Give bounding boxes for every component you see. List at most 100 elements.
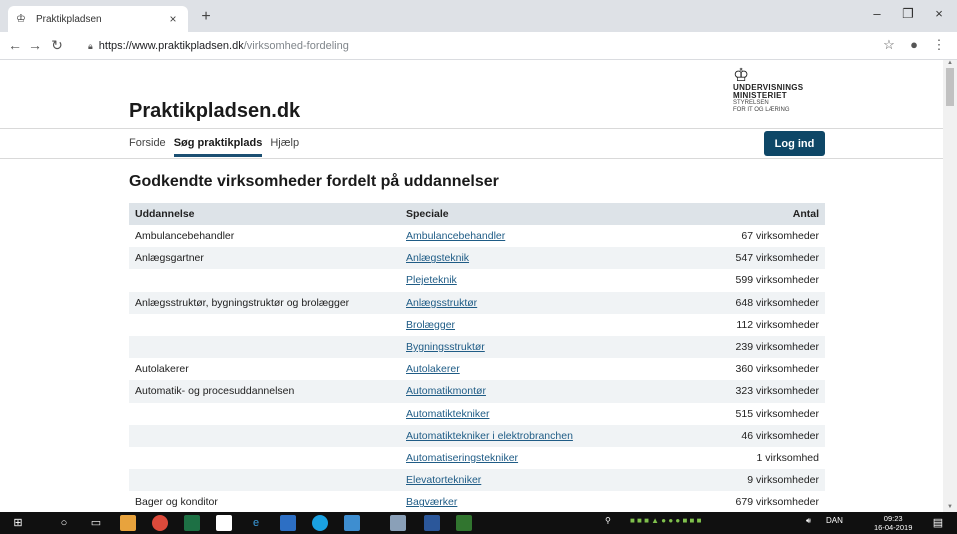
- companies-table: Uddannelse Speciale Antal Ambulancebehan…: [129, 203, 825, 512]
- table-row: Bygningsstruktør 239 virksomheder: [129, 335, 825, 359]
- count-cell: 648 virksomheder: [660, 291, 825, 314]
- skype-icon[interactable]: [312, 515, 328, 531]
- scroll-up-icon[interactable]: ▲: [947, 60, 953, 66]
- page-title: Godkendte virksomheder fordelt på uddann…: [129, 173, 499, 190]
- excel-icon[interactable]: [184, 515, 200, 531]
- ministry-line4: FOR IT OG LÆRING: [733, 107, 790, 113]
- browser-tab[interactable]: ♔ Praktikpladsen ×: [8, 6, 188, 32]
- count-cell: 67 virksomheder: [741, 230, 819, 243]
- star-bookmark-icon[interactable]: ☆: [880, 37, 898, 53]
- browser-tab-strip: ♔ Praktikpladsen × + – ❐ ×: [0, 0, 957, 32]
- volume-icon[interactable]: 🔊︎: [806, 516, 811, 526]
- tray-icons[interactable]: ■ ■ ■ ▲ ● ● ● ■ ■ ■: [630, 516, 701, 525]
- count-cell: 46 virksomheder: [660, 424, 825, 447]
- specialty-link[interactable]: Plejeteknik: [406, 274, 457, 286]
- specialty-link[interactable]: Ambulancebehandler: [406, 230, 505, 242]
- word-icon[interactable]: [424, 515, 440, 531]
- specialty-link[interactable]: Automatiktekniker: [406, 408, 489, 420]
- tab-close-icon[interactable]: ×: [166, 12, 180, 26]
- minimize-button[interactable]: –: [862, 6, 892, 21]
- table-row: Anlægsgartner Anlægsteknik 547 virksomhede…: [129, 247, 825, 270]
- app-x-icon[interactable]: [280, 515, 296, 531]
- language-indicator[interactable]: DAN: [826, 516, 843, 525]
- table-row: Bager og konditor Bagværker 679 virksomhed…: [129, 491, 825, 512]
- education-cell: Autolakerer: [135, 363, 189, 376]
- specialty-link[interactable]: Brolægger: [406, 319, 455, 331]
- chrome-icon[interactable]: [152, 515, 168, 531]
- specialty-link[interactable]: Bagværker: [406, 496, 457, 508]
- count-cell: 515 virksomheder: [735, 407, 819, 420]
- menu-kebab-icon[interactable]: ⋮: [930, 37, 948, 53]
- browser-toolbar: ← → ↻ 🔒︎ https://www.praktikpladsen.dk/v…: [0, 32, 957, 60]
- ministry-line2: MINISTERIET: [733, 91, 787, 100]
- edge-icon[interactable]: e: [248, 515, 264, 531]
- education-cell: [129, 447, 400, 469]
- notifications-icon[interactable]: ▤: [930, 515, 946, 531]
- site-title[interactable]: Praktikpladsen.dk: [129, 100, 300, 123]
- specialty-link[interactable]: Bygningsstruktør: [406, 341, 485, 353]
- table-row: Elevatortekniker 9 virksomheder: [129, 469, 825, 492]
- nav-forside[interactable]: Forside: [129, 137, 166, 157]
- column-header: Antal: [660, 203, 825, 225]
- app-generic-icon[interactable]: [390, 515, 406, 531]
- clock-time: 09:23: [883, 514, 903, 523]
- specialty-link[interactable]: Automatiseringstekniker: [406, 452, 518, 464]
- profile-icon[interactable]: ●: [905, 37, 923, 52]
- login-button[interactable]: Log ind: [764, 131, 825, 156]
- specialty-link[interactable]: Automatiktekniker i elektrobranchen: [406, 430, 573, 442]
- task-view-icon[interactable]: ▭: [88, 515, 104, 531]
- table-row: Autolakerer Autolakerer 360 virksomheder: [129, 358, 825, 380]
- table-row: Plejeteknik 599 virksomheder: [129, 269, 825, 291]
- ministry-logo: ♔ UNDERVISNINGS MINISTERIET STYRELSEN FO…: [733, 66, 843, 114]
- education-cell: [129, 424, 400, 447]
- reload-icon[interactable]: ↻: [48, 37, 66, 54]
- windows-start-icon[interactable]: ⊞: [10, 515, 26, 531]
- close-window-button[interactable]: ×: [924, 6, 954, 21]
- specialty-link[interactable]: Automatikmontør: [406, 385, 486, 397]
- nav-sog-praktikplads[interactable]: Søg praktikplads: [173, 137, 263, 157]
- search-icon[interactable]: ○: [56, 515, 72, 531]
- main-nav: Forside Søg praktikplads Hjælp: [129, 137, 299, 157]
- clock[interactable]: 09:23 16-04-2019: [874, 514, 912, 532]
- project-icon[interactable]: [456, 515, 472, 531]
- people-icon[interactable]: ⚲: [605, 516, 611, 525]
- column-header: Uddannelse: [129, 203, 400, 225]
- nav-hjaelp[interactable]: Hjælp: [270, 137, 299, 157]
- scrollbar-thumb[interactable]: [946, 68, 954, 106]
- new-tab-button[interactable]: +: [196, 8, 216, 26]
- scroll-down-icon[interactable]: ▼: [947, 504, 953, 510]
- education-cell: Bager og konditor: [135, 496, 218, 509]
- education-cell: Anlægsstruktør, bygningstruktør og brolæ…: [129, 291, 400, 314]
- education-cell: [129, 335, 400, 359]
- count-cell: 547 virksomheder: [660, 247, 825, 270]
- specialty-cell: Bagværker: [400, 491, 660, 512]
- specialty-link[interactable]: Autolakerer: [406, 363, 460, 375]
- count-cell: 679 virksomheder: [735, 496, 819, 509]
- specialty-cell: Plejeteknik: [400, 269, 660, 291]
- photos-icon[interactable]: [344, 515, 360, 531]
- specialty-link[interactable]: Elevatortekniker: [406, 474, 481, 486]
- tab-title: Praktikpladsen: [36, 13, 102, 25]
- count-cell: 360 virksomheder: [735, 363, 819, 376]
- specialty-cell: Bygningsstruktør: [400, 335, 660, 359]
- address-bar[interactable]: 🔒︎ https://www.praktikpladsen.dk/virksom…: [88, 36, 868, 56]
- forward-arrow-icon[interactable]: →: [26, 37, 44, 53]
- windows-taskbar: ⊞ ○ ▭ e ⚲ ■ ■ ■ ▲ ● ● ● ■ ■ ■ 🔊︎ DAN 09:…: [0, 512, 957, 534]
- lock-icon: 🔒︎: [88, 40, 93, 51]
- education-cell: [129, 269, 400, 291]
- file-explorer-icon[interactable]: [120, 515, 136, 531]
- specialty-link[interactable]: Anlægsteknik: [406, 252, 469, 264]
- specialty-cell: Ambulancebehandler: [400, 225, 660, 247]
- notes-icon[interactable]: [216, 515, 232, 531]
- specialty-link[interactable]: Anlægsstruktør: [406, 297, 477, 309]
- table-header-row: Uddannelse Speciale Antal: [129, 203, 825, 225]
- table-row: Anlægsstruktør, bygningstruktør og brolæ…: [129, 291, 825, 314]
- ministry-line3: STYRELSEN: [733, 100, 769, 106]
- back-arrow-icon[interactable]: ←: [6, 37, 24, 53]
- specialty-cell: Automatiktekniker: [400, 403, 660, 425]
- page-scrollbar[interactable]: ▲ ▼: [943, 60, 957, 512]
- maximize-button[interactable]: ❐: [893, 6, 923, 22]
- crown-favicon-icon: ♔: [16, 13, 26, 25]
- specialty-cell: Anlægsteknik: [400, 247, 660, 270]
- education-cell: [129, 314, 400, 336]
